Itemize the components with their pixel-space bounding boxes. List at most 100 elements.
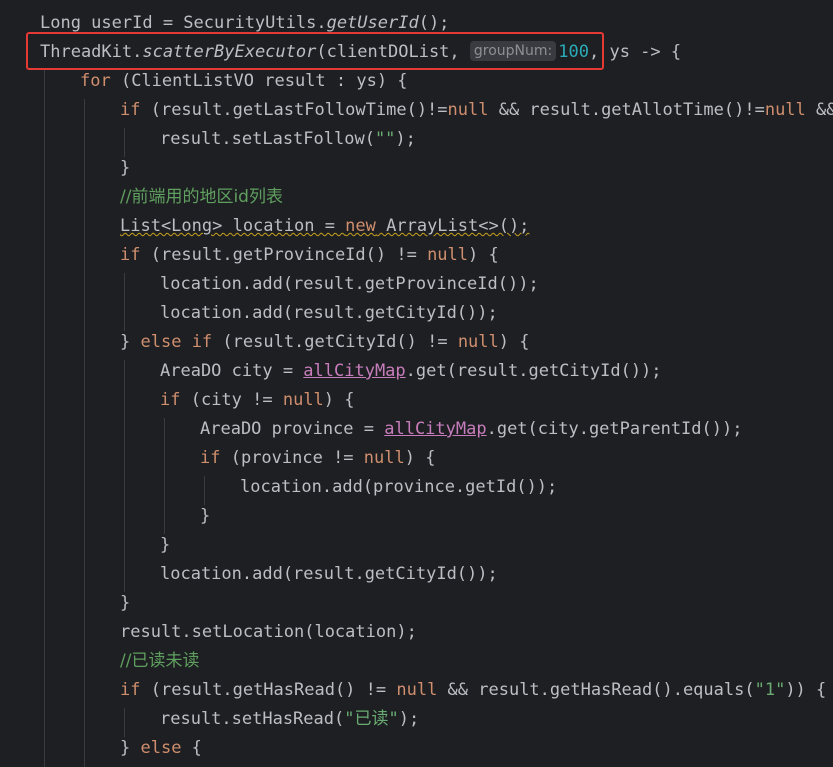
code-line[interactable]: AreaDO city = allCityMap.get(result.getC… (160, 357, 662, 386)
code-text: } (160, 535, 171, 555)
code-text: (ClientListVO result : ys) { (110, 71, 408, 91)
keyword: null (282, 390, 324, 410)
code-text: location.add(result.getCityId()); (160, 303, 498, 323)
code-line[interactable]: //已读未读 (120, 647, 199, 676)
code-text: (result.getCityId() != (212, 332, 458, 352)
keyword: if (120, 680, 141, 700)
code-text: .get(result.getCityId()); (405, 361, 662, 381)
string-literal: "" (374, 129, 396, 149)
code-line[interactable]: for (ClientListVO result : ys) { (80, 67, 408, 96)
code-line[interactable]: } (120, 154, 130, 183)
keyword: null (363, 448, 405, 468)
code-text: && result.getHasRead().equals( (437, 680, 755, 700)
code-text: ) { (498, 332, 530, 352)
code-line[interactable]: if (city != null) { (160, 386, 355, 415)
code-line[interactable]: List<Long> location = new ArrayList<>(); (120, 212, 529, 241)
indent-guide (124, 360, 125, 592)
code-line[interactable]: //前端用的地区id列表 (120, 183, 283, 212)
code-line[interactable]: result.setLocation(location); (120, 618, 417, 647)
code-line[interactable]: location.add(result.getProvinceId()); (160, 270, 539, 299)
code-text: ArrayList<>(); (375, 216, 530, 236)
code-text: (result.getHasRead() != (140, 680, 397, 700)
code-text: ) { (404, 448, 436, 468)
keyword: new (345, 216, 376, 236)
code-line[interactable]: } else { (120, 734, 202, 763)
code-text: Long userId = SecurityUtils. (40, 13, 327, 33)
code-line[interactable]: AreaDO province = allCityMap.get(city.ge… (200, 415, 742, 444)
keyword: null (396, 680, 438, 700)
code-text: result.setLastFollow( (160, 129, 375, 149)
code-text: location.add(result.getProvinceId()); (160, 274, 539, 294)
string-literal: "1" (754, 680, 786, 700)
keyword: if (200, 448, 221, 468)
code-text: && result.getAllotTime()!= (488, 100, 765, 120)
keyword: if (191, 332, 213, 352)
code-text: ) { (468, 245, 499, 265)
code-text: } (120, 332, 141, 352)
code-line[interactable]: location.add(result.getCityId()); (160, 299, 498, 328)
indent-guide (84, 99, 85, 767)
code-line[interactable]: if (result.getProvinceId() != null) { (120, 241, 499, 270)
code-text: location.add(province.getId()); (240, 477, 558, 497)
code-line[interactable]: } (120, 589, 130, 618)
keyword: null (447, 100, 489, 120)
keyword: for (80, 71, 111, 91)
keyword: null (764, 100, 806, 120)
code-line[interactable]: } else if (result.getCityId() != null) { (120, 328, 529, 357)
code-text: ); (398, 709, 420, 729)
highlight-box (26, 32, 604, 70)
code-text: (city != (180, 390, 283, 410)
code-line[interactable]: if (result.getLastFollowTime()!=null && … (120, 96, 833, 125)
code-line[interactable]: location.add(result.getCityId()); (160, 560, 498, 589)
code-line[interactable]: result.setHasRead("已读"); (160, 705, 419, 734)
keyword: null (457, 332, 499, 352)
code-text: (province != (220, 448, 364, 468)
code-text: } (120, 738, 141, 758)
indent-guide (124, 128, 125, 157)
code-line[interactable]: if (result.getHasRead() != null && resul… (120, 676, 826, 705)
code-line[interactable]: if (province != null) { (200, 444, 435, 473)
code-text: .get(city.getParentId()); (486, 419, 743, 439)
indent-guide (124, 708, 125, 737)
keyword: null (427, 245, 469, 265)
code-line[interactable]: result.setLastFollow(""); (160, 125, 416, 154)
code-line[interactable]: location.add(province.getId()); (240, 473, 557, 502)
code-text: AreaDO city = (160, 361, 304, 381)
code-text: List<Long> location = (120, 216, 346, 236)
code-text: { (181, 738, 202, 758)
indent-guide (124, 273, 125, 331)
indent-guide (204, 476, 205, 505)
keyword: else (140, 332, 182, 352)
method-name: getUserId (326, 13, 419, 33)
code-text: location.add(result.getCityId()); (160, 564, 498, 584)
code-text: result.setLocation(location); (120, 622, 417, 642)
code-text: (); (418, 13, 450, 33)
code-line[interactable]: } (160, 531, 170, 560)
field-reference[interactable]: allCityMap (303, 361, 405, 381)
code-line[interactable]: } (200, 502, 210, 531)
code-text: ) { (323, 390, 355, 410)
code-text: } (200, 506, 211, 526)
field-reference[interactable]: allCityMap (384, 419, 486, 439)
comment: //已读未读 (120, 651, 200, 671)
code-text: && r (816, 100, 833, 120)
code-text: (result.getLastFollowTime()!= (140, 100, 448, 120)
indent-guide (164, 418, 165, 534)
keyword: if (120, 100, 141, 120)
code-text: ); (395, 129, 416, 149)
code-text: } (120, 593, 131, 613)
keyword: else (140, 738, 182, 758)
keyword: if (160, 390, 181, 410)
string-literal: "已读" (344, 709, 399, 729)
code-text: )) { (785, 680, 827, 700)
code-text: AreaDO province = (200, 419, 385, 439)
code-text: } (120, 158, 131, 178)
indent-guide (44, 70, 45, 767)
comment: //前端用的地区id列表 (120, 187, 283, 207)
code-text: result.setHasRead( (160, 709, 345, 729)
code-text: (result.getProvinceId() != (140, 245, 428, 265)
keyword: if (120, 245, 141, 265)
code-warning-span: List<Long> location = new ArrayList<>(); (120, 216, 529, 236)
code-editor[interactable]: Long userId = SecurityUtils.getUserId();… (0, 0, 833, 767)
